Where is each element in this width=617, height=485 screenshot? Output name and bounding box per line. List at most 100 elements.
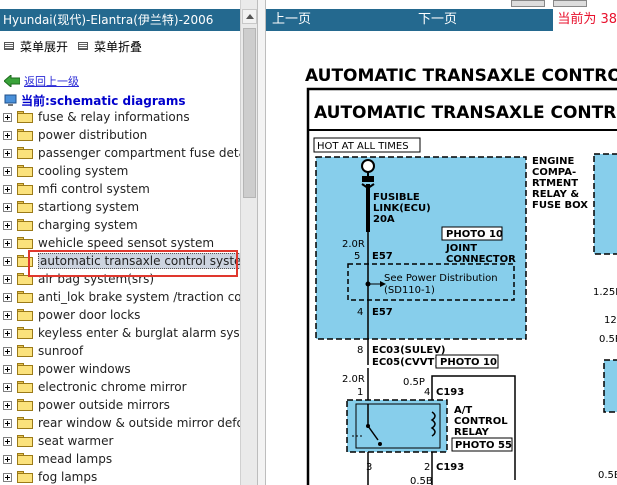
expand-toggle-icon[interactable] [3, 418, 12, 428]
fusible-line-3: 20A [373, 214, 395, 225]
folder-icon [17, 435, 33, 447]
tree-scrollbar[interactable] [240, 0, 257, 485]
folder-icon [17, 183, 33, 195]
expand-toggle-icon[interactable] [3, 184, 12, 194]
folder-icon [17, 453, 33, 465]
expand-toggle-icon[interactable] [3, 364, 12, 374]
expand-toggle-icon[interactable] [3, 256, 12, 266]
tree-item-label: cooling system [38, 164, 129, 178]
tree-item[interactable]: power outside mirrors [0, 396, 240, 414]
expand-toggle-icon[interactable] [3, 346, 12, 356]
expand-toggle-icon[interactable] [3, 436, 12, 446]
see-power-1: See Power Distribution [384, 273, 498, 284]
engine-line-1: ENGINE [532, 156, 574, 167]
see-power-2: (SD110-1) [384, 285, 435, 296]
app-window: Hyundai(现代)-Elantra(伊兰特)-2006 菜单展开 菜单折叠 … [0, 0, 617, 485]
e57-bottom: E57 [372, 307, 393, 318]
folder-icon [17, 237, 33, 249]
selection-highlight-box [28, 250, 238, 277]
joint-line-1: JOINT [445, 243, 477, 254]
tree-item[interactable]: sunroof [0, 342, 240, 360]
expand-menu-label: 菜单展开 [20, 39, 69, 54]
expand-toggle-icon[interactable] [3, 328, 12, 338]
current-location-label: 当前:schematic diagrams [21, 93, 186, 108]
expand-toggle-icon[interactable] [3, 112, 12, 122]
expand-toggle-icon[interactable] [3, 454, 12, 464]
engine-line-2: COMPA- [532, 167, 576, 178]
back-link-label: 返回上一级 [24, 75, 79, 88]
folder-icon [17, 399, 33, 411]
expand-toggle-icon[interactable] [3, 220, 12, 230]
tree-item-label: rear window & outside mirror defog [38, 416, 240, 430]
right-fuse-region [593, 153, 617, 255]
tree-item-label: power distribution [38, 128, 148, 142]
tree-item[interactable]: power windows [0, 360, 240, 378]
expand-toggle-icon[interactable] [3, 166, 12, 176]
page-counter: 当前为 38 [553, 9, 617, 31]
expand-toggle-icon[interactable] [3, 202, 12, 212]
tree-item-label: power outside mirrors [38, 398, 170, 412]
expand-toggle-icon[interactable] [3, 310, 12, 320]
right-125b: 1.25B [593, 287, 617, 298]
tree-item[interactable]: passenger compartment fuse detail [0, 144, 240, 162]
at-relay-region [346, 399, 448, 453]
expand-toggle-icon[interactable] [3, 238, 12, 248]
expand-toggle-icon[interactable] [3, 472, 12, 482]
tree-item-label: passenger compartment fuse detail [38, 146, 240, 160]
relay-line-1: A/T [454, 405, 472, 416]
tree-item[interactable]: rear window & outside mirror defog [0, 414, 240, 432]
fusible-line-1: FUSIBLE [373, 192, 420, 203]
tree-item[interactable]: fog lamps [0, 468, 240, 485]
tree-item-label: power door locks [38, 308, 141, 322]
tree-item-label: sunroof [38, 344, 84, 358]
back-arrow-icon [4, 75, 20, 87]
tree-item[interactable]: power door locks [0, 306, 240, 324]
tree-item[interactable]: mfi control system [0, 180, 240, 198]
right-05p: 0.5P [599, 334, 617, 345]
fuse-terminal [361, 159, 375, 173]
collapse-menu-label: 菜单折叠 [94, 39, 143, 54]
expand-toggle-icon[interactable] [3, 292, 12, 302]
tree-item[interactable]: power distribution [0, 126, 240, 144]
pin-8: 8 [357, 345, 363, 356]
expand-toggle-icon[interactable] [3, 130, 12, 140]
wire-05p: 0.5P [403, 377, 425, 388]
tree-item[interactable]: keyless enter & burglat alarm syste [0, 324, 240, 342]
expand-toggle-icon[interactable] [3, 382, 12, 392]
tree-item-label: electronic chrome mirror [38, 380, 187, 394]
c193-b: C193 [436, 462, 464, 473]
expand-toggle-icon[interactable] [3, 148, 12, 158]
back-link[interactable]: 返回上一级 [4, 73, 79, 89]
scroll-up-button[interactable] [242, 9, 257, 24]
tree-item[interactable]: startiong system [0, 198, 240, 216]
tree-item[interactable]: electronic chrome mirror [0, 378, 240, 396]
scroll-thumb[interactable] [243, 28, 256, 198]
wire-2r-b: 2.0R [342, 374, 365, 385]
tree-item[interactable]: cooling system [0, 162, 240, 180]
window-button[interactable] [553, 0, 587, 7]
folder-icon [17, 471, 33, 483]
pane-splitter[interactable] [257, 0, 266, 485]
folder-icon [17, 417, 33, 429]
expand-menu-button[interactable]: 菜单展开 [4, 38, 68, 54]
tree-item[interactable]: mead lamps [0, 450, 240, 468]
expand-toggle-icon[interactable] [3, 400, 12, 410]
tree-item[interactable]: anti_lok brake system /traction con [0, 288, 240, 306]
collapse-menu-button[interactable]: 菜单折叠 [78, 38, 142, 54]
e57-top: E57 [372, 251, 393, 262]
next-page-button[interactable]: 下一页 [418, 9, 457, 31]
tree-item-label: mfi control system [38, 182, 150, 196]
pin-4b: 4 [424, 387, 430, 398]
tree-item[interactable]: seat warmer [0, 432, 240, 450]
expand-toggle-icon[interactable] [3, 274, 12, 284]
pin-2: 2 [424, 462, 430, 473]
tree-item[interactable]: fuse & relay informations [0, 108, 240, 126]
folder-icon [17, 147, 33, 159]
window-button[interactable] [511, 0, 545, 7]
prev-page-button[interactable]: 上一页 [272, 9, 311, 31]
folder-icon [17, 381, 33, 393]
tree-item-label: fog lamps [38, 470, 98, 484]
right-12: 12 [604, 315, 617, 326]
tree-item[interactable]: charging system [0, 216, 240, 234]
folder-icon [17, 327, 33, 339]
